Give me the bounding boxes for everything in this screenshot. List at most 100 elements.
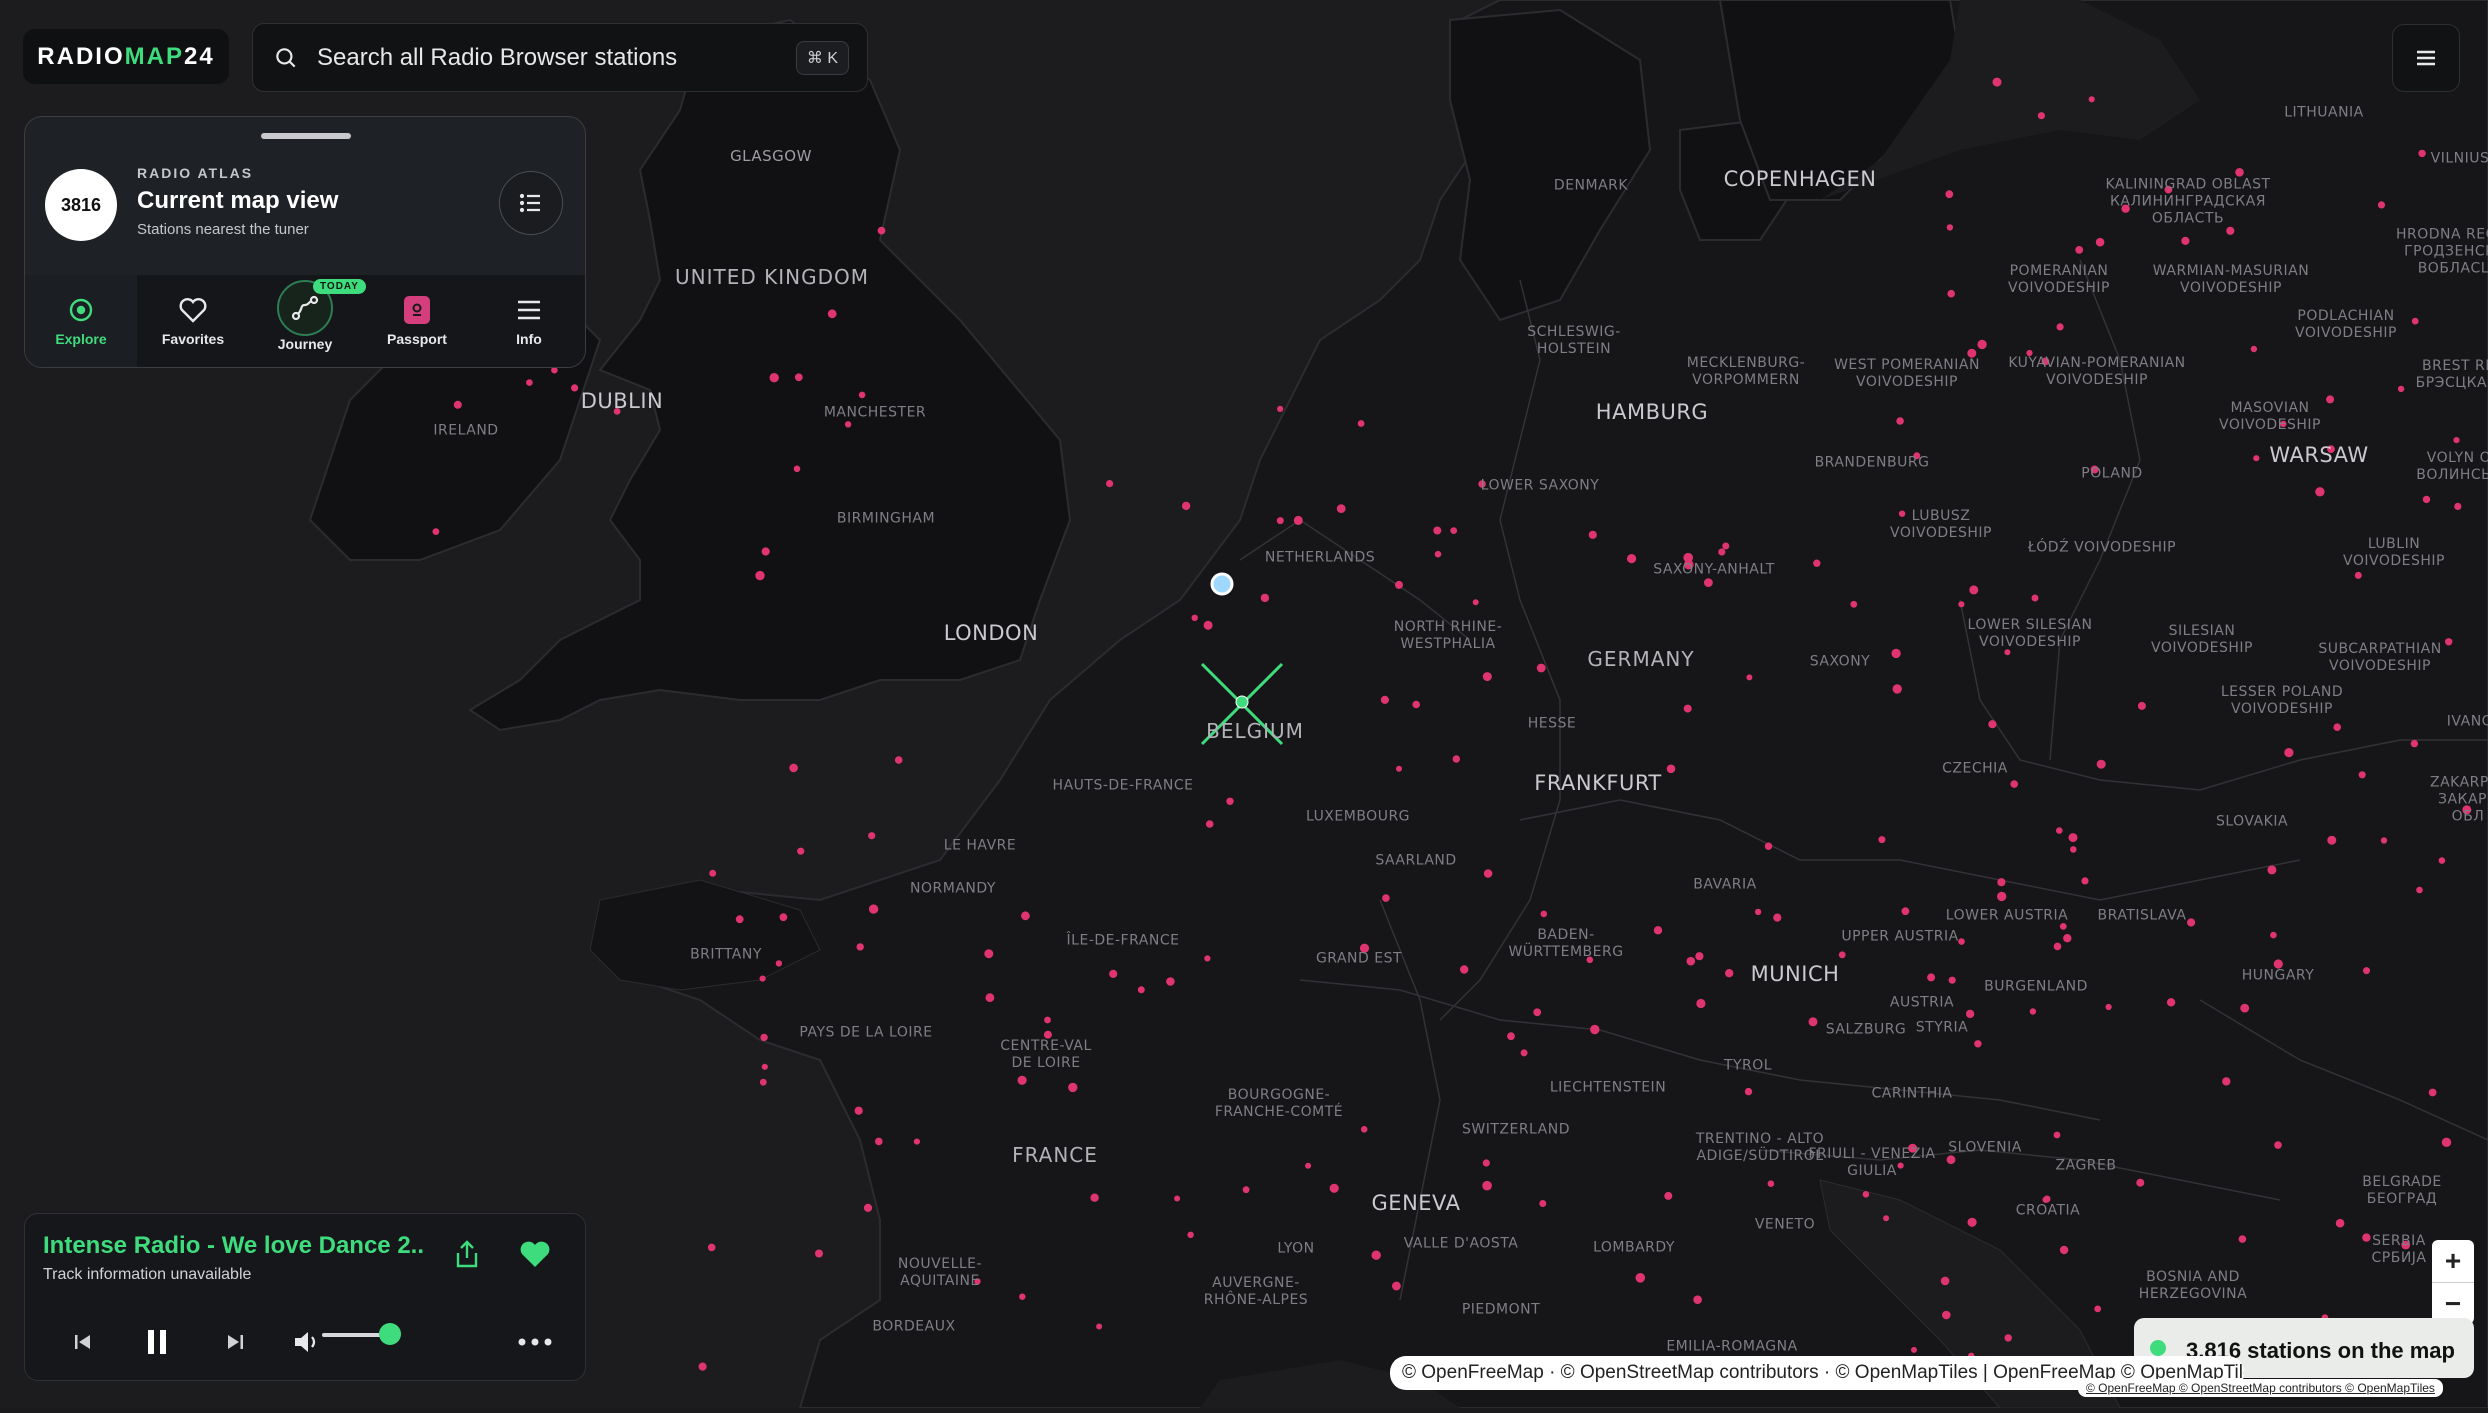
station-dot[interactable] — [1536, 663, 1546, 673]
station-dot[interactable] — [2428, 1088, 2437, 1097]
station-dot[interactable] — [1019, 1293, 1026, 1300]
station-dot[interactable] — [1460, 965, 1469, 974]
station-dot[interactable] — [760, 1033, 768, 1042]
station-dot[interactable] — [1746, 674, 1753, 681]
station-dot[interactable] — [2056, 827, 2063, 834]
station-dot[interactable] — [1021, 911, 1030, 921]
station-title[interactable]: Intense Radio - We love Dance 2... — [43, 1232, 423, 1260]
station-dot[interactable] — [985, 993, 995, 1003]
station-dot[interactable] — [1450, 527, 1458, 534]
station-dot[interactable] — [1520, 1049, 1528, 1057]
station-dot[interactable] — [1452, 755, 1461, 763]
station-dot[interactable] — [1997, 891, 2007, 902]
station-dot[interactable] — [875, 1137, 883, 1146]
station-dot[interactable] — [1357, 420, 1365, 427]
search-bar[interactable]: Search all Radio Browser stations ⌘ K — [252, 23, 868, 92]
station-dot[interactable] — [1942, 1310, 1951, 1320]
tab-passport[interactable]: Passport — [361, 275, 473, 367]
station-dot[interactable] — [1483, 869, 1493, 878]
station-dot[interactable] — [2235, 168, 2244, 177]
station-dot[interactable] — [2063, 934, 2072, 943]
station-dot[interactable] — [1277, 405, 1284, 412]
share-button[interactable] — [441, 1228, 493, 1280]
station-dot[interactable] — [2004, 1334, 2012, 1342]
station-dot[interactable] — [868, 832, 876, 840]
station-dot[interactable] — [1704, 578, 1713, 587]
station-dot[interactable] — [1588, 530, 1597, 539]
station-dot[interactable] — [2274, 1141, 2282, 1149]
hamburger-menu-button[interactable] — [2392, 24, 2460, 92]
station-dot[interactable] — [1764, 842, 1773, 850]
station-dot[interactable] — [1590, 1024, 1600, 1035]
station-dot[interactable] — [1725, 969, 1734, 978]
station-dot[interactable] — [1696, 998, 1706, 1009]
previous-button[interactable] — [63, 1322, 103, 1362]
station-dot[interactable] — [1166, 977, 1175, 986]
station-dot[interactable] — [1293, 515, 1303, 525]
station-dot[interactable] — [761, 1063, 768, 1070]
station-dot[interactable] — [1305, 1162, 1312, 1169]
station-dot[interactable] — [1096, 1323, 1103, 1330]
station-dot[interactable] — [1946, 224, 1954, 231]
station-dot[interactable] — [797, 847, 805, 855]
station-dot[interactable] — [856, 943, 864, 951]
station-dot[interactable] — [1539, 1200, 1547, 1207]
volume-slider-knob[interactable] — [378, 1323, 401, 1345]
more-options-button[interactable] — [509, 1322, 561, 1362]
station-dot[interactable] — [827, 309, 837, 319]
station-dot[interactable] — [2410, 739, 2419, 748]
station-dot[interactable] — [1946, 1155, 1956, 1165]
station-dot[interactable] — [2335, 1218, 2345, 1228]
station-dot[interactable] — [1686, 956, 1696, 966]
station-dot[interactable] — [1965, 1009, 1975, 1019]
station-dot[interactable] — [1242, 1186, 1250, 1194]
station-dot[interactable] — [1695, 952, 1704, 961]
tab-favorites[interactable]: Favorites — [137, 275, 249, 367]
station-dot[interactable] — [2105, 1003, 2112, 1011]
station-dot[interactable] — [2454, 502, 2462, 510]
station-dot[interactable] — [1380, 695, 1389, 705]
tab-info[interactable]: Info — [473, 275, 585, 367]
station-dot[interactable] — [1187, 1231, 1194, 1239]
station-dot[interactable] — [1090, 1193, 1099, 1202]
station-dot[interactable] — [2267, 865, 2277, 875]
station-dot[interactable] — [877, 226, 886, 235]
station-dot[interactable] — [2358, 771, 2366, 779]
station-dot[interactable] — [793, 465, 801, 473]
station-dot[interactable] — [1967, 1217, 1977, 1227]
station-dot[interactable] — [2418, 149, 2426, 158]
station-dot[interactable] — [1472, 599, 1479, 606]
station-dot[interactable] — [2010, 780, 2018, 788]
station-dot[interactable] — [1382, 894, 1390, 902]
station-dot[interactable] — [1754, 908, 1762, 916]
station-dot[interactable] — [2333, 723, 2341, 731]
station-list-button[interactable] — [499, 171, 563, 235]
station-dot[interactable] — [2226, 226, 2235, 235]
station-dot[interactable] — [2031, 594, 2039, 602]
station-dot[interactable] — [1276, 517, 1284, 525]
station-dot[interactable] — [709, 869, 717, 877]
station-dot[interactable] — [815, 1249, 823, 1258]
station-dot[interactable] — [1838, 951, 1846, 959]
station-dot[interactable] — [1191, 614, 1198, 621]
station-dot[interactable] — [1997, 878, 2006, 887]
station-dot[interactable] — [1329, 1183, 1339, 1193]
station-dot[interactable] — [1540, 910, 1548, 918]
station-dot[interactable] — [759, 975, 766, 982]
station-dot[interactable] — [2253, 455, 2260, 462]
station-dot[interactable] — [1773, 913, 1782, 922]
station-dot[interactable] — [2037, 112, 2045, 120]
station-dot[interactable] — [2094, 1305, 2102, 1313]
favorite-button[interactable] — [509, 1228, 561, 1280]
pause-button[interactable] — [137, 1322, 177, 1362]
station-dot[interactable] — [1174, 1195, 1181, 1202]
station-dot[interactable] — [1482, 672, 1492, 682]
station-dot[interactable] — [1947, 289, 1955, 298]
map-attribution-small[interactable]: © OpenFreeMap © OpenStreetMap contributo… — [2078, 1379, 2443, 1397]
station-dot[interactable] — [1482, 1159, 1490, 1167]
next-button[interactable] — [215, 1322, 255, 1362]
station-dot[interactable] — [984, 949, 994, 959]
tab-explore[interactable]: Explore — [25, 275, 137, 367]
station-dot[interactable] — [1862, 1191, 1870, 1198]
station-dot[interactable] — [1395, 580, 1403, 589]
